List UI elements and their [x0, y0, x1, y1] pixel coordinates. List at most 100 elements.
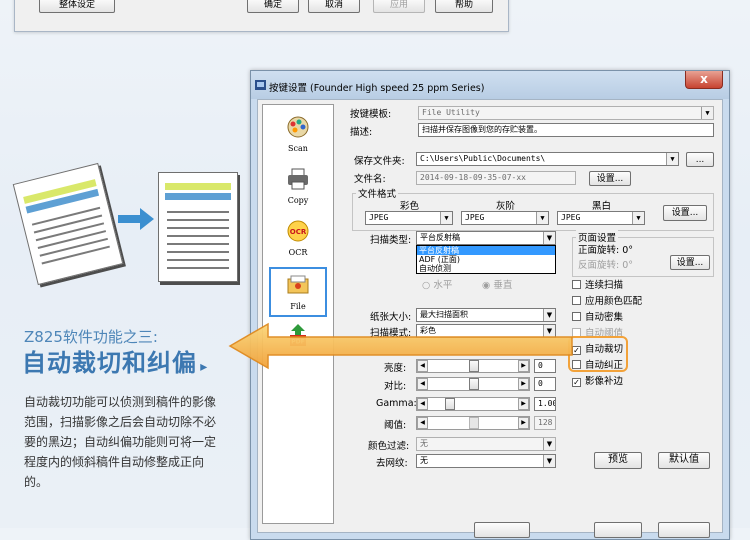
- arrow-right-icon: ▶: [518, 398, 529, 410]
- overall-settings-button[interactable]: 整体设定: [39, 0, 115, 13]
- sidebar-item-file[interactable]: File: [269, 267, 327, 317]
- chevron-down-icon: ▼: [632, 212, 644, 224]
- bottom-button[interactable]: [474, 522, 530, 538]
- apply-button[interactable]: 应用: [373, 0, 425, 13]
- format-gray-select[interactable]: JPEG ▼: [461, 211, 549, 225]
- checkbox-label: 自动密集: [585, 312, 624, 323]
- scan-type-select[interactable]: 平台反射稿 ▼: [416, 231, 556, 245]
- format-gray-label: 灰阶: [496, 201, 516, 212]
- template-value: File Utility: [422, 108, 480, 117]
- checkbox-box: [572, 312, 581, 321]
- format-bw-label: 黑白: [592, 201, 612, 212]
- arrow-left-icon: ◀: [417, 398, 428, 410]
- format-bw-select[interactable]: JPEG ▼: [557, 211, 645, 225]
- filename-field[interactable]: 2014-09-18-09-35-07-xx: [416, 171, 576, 185]
- continuous-scan-checkbox[interactable]: 连续扫描: [572, 277, 623, 291]
- title-arrow-icon: ▸: [200, 359, 208, 375]
- window-client: Scan Copy OCR OCR File 按键模板: File Utilit…: [257, 99, 723, 538]
- filename-label: 文件名:: [354, 174, 386, 185]
- sidebar-item-scan[interactable]: Scan: [269, 111, 327, 161]
- orient-horizontal-radio[interactable]: ○ 水平: [422, 277, 452, 291]
- window-title: 按键设置 (Founder High speed 25 ppm Series): [269, 83, 485, 94]
- save-folder-value: C:\Users\Public\Documents\: [420, 154, 546, 163]
- format-color-label: 彩色: [400, 201, 420, 212]
- threshold-value[interactable]: 128: [534, 416, 556, 430]
- chevron-down-icon: ▼: [543, 309, 555, 321]
- close-button[interactable]: x: [685, 71, 723, 89]
- checkbox-box: [572, 296, 581, 305]
- paper-size-label: 纸张大小:: [370, 312, 412, 323]
- template-select[interactable]: File Utility ▼: [418, 106, 714, 120]
- page-settings-button[interactable]: 设置...: [670, 255, 710, 270]
- arrow-right-icon: ▶: [518, 417, 529, 429]
- format-settings-button[interactable]: 设置...: [663, 205, 707, 221]
- title-bar: 按键设置 (Founder High speed 25 ppm Series) …: [251, 71, 729, 99]
- orient-horizontal-label: 水平: [433, 280, 453, 291]
- browse-button[interactable]: ...: [686, 152, 714, 167]
- format-color-value: JPEG: [369, 213, 389, 222]
- gamma-value[interactable]: 1.00: [534, 397, 556, 411]
- help-button[interactable]: 帮助: [435, 0, 493, 13]
- button-settings-window: 按键设置 (Founder High speed 25 ppm Series) …: [250, 70, 730, 540]
- arrow-right-icon: [118, 208, 154, 230]
- dropdown-option[interactable]: 自动侦测: [417, 264, 555, 273]
- arrow-right-icon: ▶: [518, 378, 529, 390]
- save-folder-label: 保存文件夹:: [354, 156, 405, 167]
- color-match-checkbox[interactable]: 应用颜色匹配: [572, 293, 642, 307]
- preview-button[interactable]: 预览: [594, 452, 642, 469]
- contrast-slider[interactable]: ◀ ▶: [416, 377, 530, 391]
- skewed-document-illustration: [12, 162, 124, 286]
- rotate-back-label: 反面旋转: 0°: [578, 260, 634, 271]
- filename-settings-button[interactable]: 设置...: [589, 171, 631, 186]
- descreen-select[interactable]: 无 ▼: [416, 454, 556, 468]
- contrast-value[interactable]: 0: [534, 377, 556, 391]
- paper-size-select[interactable]: 最大扫描面积 ▼: [416, 308, 556, 322]
- checkbox-label: 影像补边: [585, 376, 624, 387]
- scan-type-label: 扫描类型:: [370, 235, 412, 246]
- gamma-label: Gamma:: [376, 398, 417, 409]
- rotate-front-label: 正面旋转: 0°: [578, 245, 634, 256]
- sidebar-item-copy[interactable]: Copy: [269, 163, 327, 213]
- color-filter-label: 颜色过滤:: [368, 441, 410, 452]
- gamma-slider[interactable]: ◀ ▶: [416, 397, 530, 411]
- chevron-down-icon: ▼: [543, 438, 555, 450]
- dropdown-option[interactable]: ADF (正面): [417, 255, 555, 264]
- printer-icon: [288, 168, 308, 190]
- color-filter-select[interactable]: 无 ▼: [416, 437, 556, 451]
- descreen-label: 去网纹:: [376, 458, 408, 469]
- bottom-button[interactable]: [658, 522, 710, 538]
- chevron-down-icon: ▼: [543, 232, 555, 244]
- chevron-down-icon: ▼: [701, 107, 713, 119]
- dropdown-option[interactable]: 平台反射稿: [417, 246, 555, 255]
- ok-button[interactable]: 确定: [247, 0, 299, 13]
- sidebar-item-ocr[interactable]: OCR OCR: [269, 215, 327, 265]
- cancel-button[interactable]: 取消: [308, 0, 360, 13]
- format-bw-value: JPEG: [561, 213, 581, 222]
- contrast-label: 对比:: [384, 381, 407, 392]
- function-sidebar: Scan Copy OCR OCR File: [262, 104, 334, 524]
- save-folder-select[interactable]: C:\Users\Public\Documents\ ▼: [416, 152, 679, 166]
- checkbox-box: [572, 280, 581, 289]
- checkbox-label: 应用颜色匹配: [585, 296, 643, 307]
- slider-thumb[interactable]: [469, 378, 479, 390]
- threshold-slider[interactable]: ◀ ▶: [416, 416, 530, 430]
- edge-fill-checkbox[interactable]: ✓ 影像补边: [572, 373, 623, 387]
- slider-thumb[interactable]: [469, 417, 479, 429]
- chevron-down-icon: ▼: [543, 455, 555, 467]
- default-button[interactable]: 默认值: [658, 452, 710, 469]
- file-format-title: 文件格式: [356, 186, 399, 200]
- sidebar-item-label: File: [290, 302, 306, 311]
- feature-title-text: 自动裁切和纠偏: [22, 349, 197, 377]
- arrow-left-icon: ◀: [417, 378, 428, 390]
- auto-density-checkbox[interactable]: 自动密集: [572, 309, 623, 323]
- scan-type-value: 平台反射稿: [420, 233, 460, 242]
- format-color-select[interactable]: JPEG ▼: [365, 211, 453, 225]
- paper-size-value: 最大扫描面积: [420, 310, 468, 319]
- bottom-button[interactable]: [594, 522, 642, 538]
- slider-thumb[interactable]: [445, 398, 455, 410]
- feature-title: 自动裁切和纠偏 ▸: [22, 343, 207, 378]
- description-field[interactable]: 扫描并保存图像到您的存贮装置。: [418, 123, 714, 137]
- sidebar-item-label: OCR: [288, 248, 308, 257]
- orient-vertical-radio[interactable]: ◉ 垂直: [482, 277, 512, 291]
- previous-dialog-fragment: 整体设定 确定 取消 应用 帮助: [14, 0, 509, 32]
